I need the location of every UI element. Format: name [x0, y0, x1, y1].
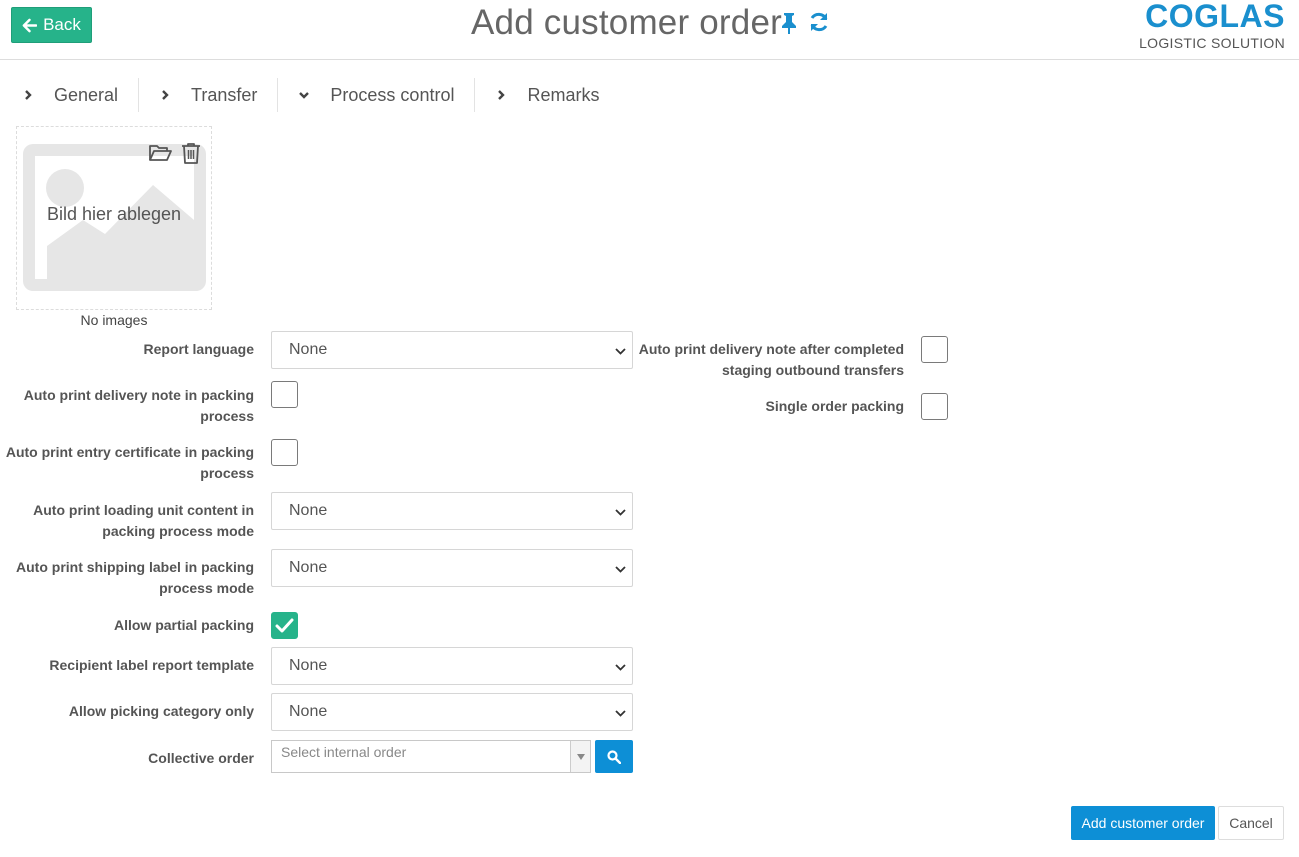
chevron-right-icon [25, 90, 32, 100]
auto-print-entry-certificate-checkbox[interactable] [271, 439, 298, 466]
recipient-label-template-select[interactable]: None [271, 647, 633, 685]
auto-print-loading-unit-select[interactable]: None [271, 492, 633, 530]
auto-print-delivery-staging-label: Auto print delivery note after completed… [638, 341, 904, 378]
collective-order-input[interactable]: Select internal order [271, 740, 591, 773]
back-button-label: Back [43, 15, 81, 34]
back-button[interactable]: Back [11, 7, 92, 43]
select-value: None [289, 341, 328, 358]
chevron-down-icon [299, 92, 310, 99]
tab-label: Process control [330, 84, 455, 105]
auto-print-shipping-label-label: Auto print shipping label in packing pro… [16, 559, 254, 596]
company-logo: COGLAS LOGISTIC SOLUTION [1139, 0, 1285, 51]
auto-print-loading-unit-label: Auto print loading unit content in packi… [33, 502, 254, 539]
tab-process-control[interactable]: Process control [277, 78, 474, 112]
chevron-down-icon [615, 664, 626, 671]
allow-picking-category-label: Allow picking category only [68, 703, 254, 719]
select-value: None [289, 502, 328, 519]
section-tabs: General Transfer Process control Remarks [14, 78, 619, 112]
folder-open-icon[interactable] [148, 143, 172, 163]
select-value: None [289, 703, 328, 720]
page-title: Add customer order [471, 3, 782, 42]
tab-label: General [54, 84, 119, 105]
chevron-right-icon [162, 90, 169, 100]
tab-label: Remarks [527, 84, 600, 105]
add-customer-order-button[interactable]: Add customer order [1071, 806, 1215, 840]
tab-label: Transfer [191, 84, 258, 105]
allow-partial-packing-checkbox[interactable] [271, 612, 298, 639]
collective-order-dropdown-toggle[interactable] [570, 741, 590, 772]
collective-order-label: Collective order [148, 750, 254, 766]
single-order-packing-label: Single order packing [765, 398, 904, 414]
no-images-text: No images [80, 312, 148, 328]
chevron-down-icon [615, 566, 626, 573]
tab-general[interactable]: General [14, 78, 138, 112]
dropzone-text: Bild hier ablegen [46, 204, 182, 224]
header-divider [0, 59, 1299, 60]
search-icon [607, 749, 621, 764]
arrow-left-icon [22, 18, 38, 32]
auto-print-entry-certificate-label: Auto print entry certificate in packing … [5, 444, 254, 481]
checkmark-icon [275, 618, 294, 633]
refresh-icon[interactable] [807, 10, 831, 34]
collective-order-search-button[interactable] [595, 740, 633, 773]
chevron-down-icon [615, 509, 626, 516]
tab-transfer[interactable]: Transfer [138, 78, 277, 112]
report-language-label: Report language [143, 341, 254, 357]
allow-picking-category-select[interactable]: None [271, 693, 633, 731]
single-order-packing-checkbox[interactable] [921, 393, 948, 420]
report-language-select[interactable]: None [271, 331, 633, 369]
pin-icon[interactable] [779, 12, 799, 34]
trash-icon[interactable] [181, 142, 201, 164]
caret-down-icon [576, 753, 585, 760]
auto-print-delivery-packing-checkbox[interactable] [271, 381, 298, 408]
allow-partial-packing-label: Allow partial packing [113, 617, 254, 633]
chevron-down-icon [615, 710, 626, 717]
auto-print-shipping-label-select[interactable]: None [271, 549, 633, 587]
select-value: None [289, 559, 328, 576]
cancel-button[interactable]: Cancel [1218, 806, 1284, 840]
logo-sub-text: LOGISTIC SOLUTION [1139, 35, 1285, 51]
logo-main-text: COGLAS [1145, 0, 1285, 34]
auto-print-delivery-packing-label: Auto print delivery note in packing proc… [23, 387, 254, 424]
tab-remarks[interactable]: Remarks [474, 78, 619, 112]
select-value: None [289, 657, 328, 674]
chevron-right-icon [498, 90, 506, 100]
auto-print-delivery-staging-checkbox[interactable] [921, 336, 948, 363]
recipient-label-template-label: Recipient label report template [49, 657, 254, 673]
